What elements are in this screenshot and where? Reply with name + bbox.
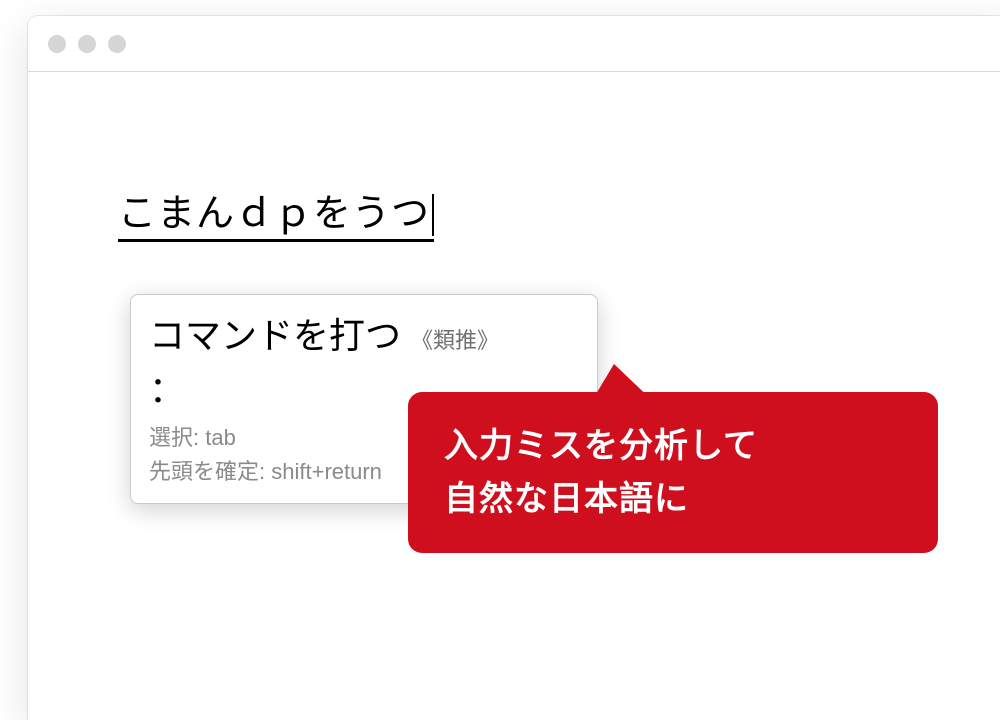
candidate-primary-text: コマンドを打つ [149, 307, 401, 359]
hint-select-label: 選択 [149, 425, 193, 450]
zoom-icon[interactable] [108, 35, 126, 53]
callout-line-2: 自然な日本語に [444, 473, 902, 526]
ime-composition-text[interactable]: こまんｄｐをうつ [118, 182, 434, 242]
app-window: こまんｄｐをうつ コマンドを打つ 《類推》 ： 選択: tab 先頭を確定: s… [28, 16, 1000, 720]
callout-line-1: 入力ミスを分析して [444, 420, 902, 473]
text-caret-icon [432, 194, 434, 236]
ime-composition-value: こまんｄｐをうつ [118, 193, 430, 235]
editor-area[interactable]: こまんｄｐをうつ コマンドを打つ 《類推》 ： 選択: tab 先頭を確定: s… [28, 72, 1000, 352]
window-titlebar [28, 16, 1000, 72]
callout-tail-icon [590, 364, 656, 404]
hint-select-key: tab [205, 425, 236, 450]
annotation-callout: 入力ミスを分析して 自然な日本語に [408, 392, 938, 553]
minimize-icon[interactable] [78, 35, 96, 53]
candidate-inference-tag: 《類推》 [411, 323, 499, 355]
hint-confirm-label: 先頭を確定 [149, 459, 259, 484]
candidate-row-primary[interactable]: コマンドを打つ 《類推》 [149, 307, 579, 359]
close-icon[interactable] [48, 35, 66, 53]
hint-confirm-key: shift+return [271, 459, 382, 484]
